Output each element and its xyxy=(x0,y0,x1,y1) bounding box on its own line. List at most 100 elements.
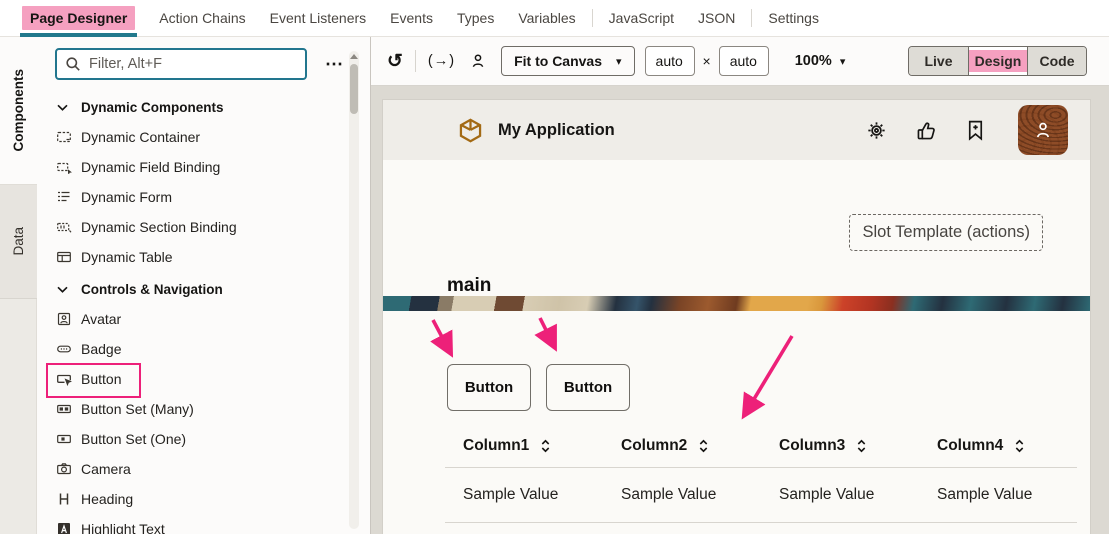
section-controls-navigation[interactable]: Controls & Navigation xyxy=(37,274,370,304)
palette-item-button-set-one[interactable]: Button Set (One) xyxy=(37,424,370,454)
camera-icon xyxy=(55,461,72,477)
search-icon xyxy=(65,56,81,72)
dynamic-form-icon xyxy=(55,189,72,205)
column-header-3[interactable]: Column3 xyxy=(761,437,919,455)
button-set-many-icon xyxy=(55,401,72,417)
section-dynamic-components[interactable]: Dynamic Components xyxy=(37,92,370,122)
page-main-section: main Slot Template (actions) xyxy=(383,160,1090,296)
palette-item-dynamic-field-binding[interactable]: Dynamic Field Binding xyxy=(37,152,370,182)
palette-item-badge[interactable]: Badge xyxy=(37,334,370,364)
palette-item-dynamic-form[interactable]: Dynamic Form xyxy=(37,182,370,212)
sort-icon[interactable] xyxy=(540,438,551,454)
tab-variables[interactable]: Variables xyxy=(506,0,587,37)
decorative-banner-image xyxy=(383,296,1090,311)
scroll-up-arrow-icon[interactable] xyxy=(350,54,358,59)
canvas-height-input[interactable] xyxy=(719,46,769,76)
mode-code-button[interactable]: Code xyxy=(1027,47,1086,75)
zoom-dropdown[interactable]: 100% ▾ xyxy=(795,53,846,69)
tab-javascript[interactable]: JavaScript xyxy=(597,0,686,37)
canvas-button-2[interactable]: Button xyxy=(546,364,630,411)
user-mode-icon[interactable] xyxy=(469,52,487,70)
palette-item-dynamic-table[interactable]: Dynamic Table xyxy=(37,242,370,272)
palette-list: Dynamic Components Dynamic Container Dyn… xyxy=(37,80,370,534)
thumbs-up-icon[interactable] xyxy=(915,119,938,142)
canvas-button-row: Button Button xyxy=(383,311,1090,411)
sort-icon[interactable] xyxy=(1014,438,1025,454)
sort-icon[interactable] xyxy=(698,438,709,454)
dynamic-container-icon xyxy=(55,129,72,145)
column-header-1[interactable]: Column1 xyxy=(445,437,603,455)
design-canvas: My Application main xyxy=(371,86,1109,534)
palette-item-highlight-text[interactable]: Highlight Text xyxy=(37,514,370,534)
app-header-bar: My Application xyxy=(383,100,1090,160)
heading-icon xyxy=(55,491,72,507)
tab-events[interactable]: Events xyxy=(378,0,445,37)
palette-side-strip: Components Data xyxy=(0,37,37,534)
app-logo-icon xyxy=(457,117,484,144)
dynamic-field-binding-icon xyxy=(55,159,72,175)
button-icon xyxy=(55,371,72,387)
insert-cursor-icon[interactable]: (→) xyxy=(428,53,455,69)
column-header-4[interactable]: Column4 xyxy=(919,437,1077,455)
slot-template-actions[interactable]: Slot Template (actions) xyxy=(849,214,1043,251)
dynamic-section-binding-icon xyxy=(55,219,72,235)
table-cell: Sample Value xyxy=(919,486,1077,504)
mode-design-button[interactable]: Design xyxy=(968,47,1027,75)
components-palette: ⋯ Dynamic Components Dynamic Container D… xyxy=(37,37,371,534)
canvas-width-input[interactable] xyxy=(645,46,695,76)
sort-icon[interactable] xyxy=(856,438,867,454)
design-work-area: ↻ (→) Fit to Canvas ▾ × 100% ▾ Live Desi… xyxy=(371,37,1109,534)
dimension-times-label: × xyxy=(703,53,711,69)
bookmark-plus-icon[interactable] xyxy=(965,119,986,142)
canvas-button-1[interactable]: Button xyxy=(447,364,531,411)
app-title: My Application xyxy=(498,121,615,140)
canvas-size-dropdown[interactable]: Fit to Canvas ▾ xyxy=(501,46,634,76)
gear-icon[interactable] xyxy=(865,119,888,142)
tab-json[interactable]: JSON xyxy=(686,0,747,37)
filter-field-wrap xyxy=(55,48,307,80)
scrollbar-thumb[interactable] xyxy=(350,64,358,114)
chevron-down-icon: ▾ xyxy=(840,55,846,68)
palette-overflow-menu-icon[interactable]: ⋯ xyxy=(325,54,345,75)
avatar-icon xyxy=(55,311,72,327)
palette-item-button-set-many[interactable]: Button Set (Many) xyxy=(37,394,370,424)
canvas-data-table: Column1 Column2 Column3 Column4 xyxy=(445,425,1077,523)
side-tab-data[interactable]: Data xyxy=(0,185,37,299)
toolbar-divider xyxy=(415,50,416,72)
tab-divider xyxy=(751,9,752,27)
side-tab-components[interactable]: Components xyxy=(0,37,37,185)
dynamic-table-icon xyxy=(55,249,72,265)
palette-item-dynamic-container[interactable]: Dynamic Container xyxy=(37,122,370,152)
chevron-down-icon: ▾ xyxy=(616,55,622,68)
palette-item-dynamic-section-binding[interactable]: Dynamic Section Binding xyxy=(37,212,370,242)
mode-live-button[interactable]: Live xyxy=(909,47,968,75)
table-row[interactable]: Sample Value Sample Value Sample Value S… xyxy=(445,468,1077,523)
app-page-preview[interactable]: My Application main xyxy=(383,100,1090,534)
tab-types[interactable]: Types xyxy=(445,0,506,37)
designer-tab-bar: Page Designer Action Chains Event Listen… xyxy=(0,0,1109,37)
table-cell: Sample Value xyxy=(761,486,919,504)
palette-item-avatar[interactable]: Avatar xyxy=(37,304,370,334)
chevron-down-icon xyxy=(57,286,68,293)
tab-settings[interactable]: Settings xyxy=(756,0,831,37)
tab-page-designer[interactable]: Page Designer xyxy=(10,0,147,37)
highlight-text-icon xyxy=(55,521,72,534)
column-header-2[interactable]: Column2 xyxy=(603,437,761,455)
tab-event-listeners[interactable]: Event Listeners xyxy=(258,0,379,37)
palette-item-button[interactable]: Button xyxy=(37,364,370,394)
canvas-toolbar: ↻ (→) Fit to Canvas ▾ × 100% ▾ Live Desi… xyxy=(371,37,1109,86)
badge-icon xyxy=(55,341,72,357)
tab-divider xyxy=(592,9,593,27)
refresh-icon[interactable]: ↻ xyxy=(387,50,403,73)
table-cell: Sample Value xyxy=(445,486,603,504)
palette-item-heading[interactable]: Heading xyxy=(37,484,370,514)
filter-input[interactable] xyxy=(89,56,279,72)
chevron-down-icon xyxy=(57,104,68,111)
table-header-row: Column1 Column2 Column3 Column4 xyxy=(445,425,1077,468)
tab-action-chains[interactable]: Action Chains xyxy=(147,0,257,37)
user-avatar[interactable] xyxy=(1018,105,1068,155)
view-mode-switcher: Live Design Code xyxy=(908,46,1087,76)
table-cell: Sample Value xyxy=(603,486,761,504)
palette-item-camera[interactable]: Camera xyxy=(37,454,370,484)
palette-scrollbar[interactable] xyxy=(349,51,359,529)
